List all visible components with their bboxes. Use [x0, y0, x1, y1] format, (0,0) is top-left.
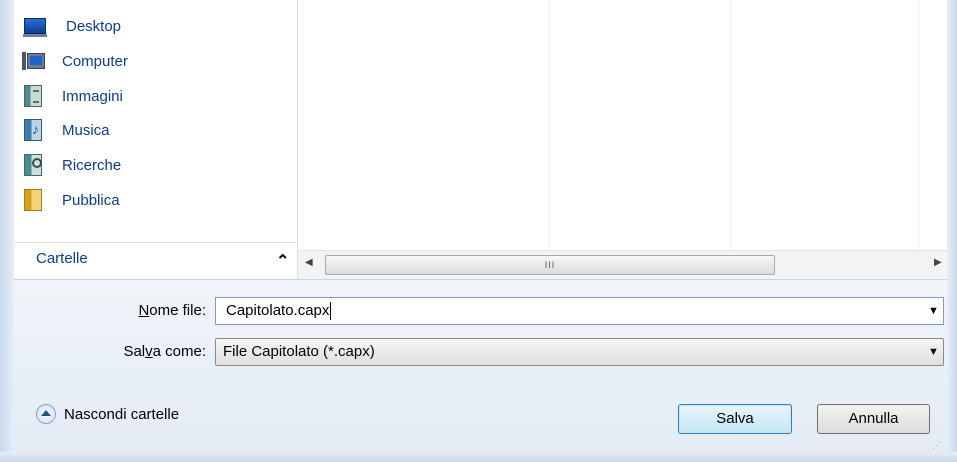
- pictures-library-icon: [24, 85, 42, 107]
- save-type-select[interactable]: File Capitolato (*.capx): [215, 338, 944, 366]
- save-type-dropdown-icon[interactable]: ▼: [928, 346, 939, 358]
- nav-item-label: Pubblica: [62, 191, 120, 209]
- window-frame-bottom: [0, 452, 957, 462]
- nav-item-label: Desktop: [66, 17, 122, 35]
- searches-icon: [24, 154, 42, 176]
- chevron-up-icon[interactable]: ⌃: [276, 251, 289, 271]
- window-frame-right: [947, 0, 957, 462]
- window-frame-left: [0, 0, 14, 462]
- column-divider: [549, 0, 550, 250]
- nav-item-pubblica[interactable]: Pubblica: [24, 186, 120, 214]
- nav-item-label: Computer: [62, 52, 128, 70]
- cancel-button[interactable]: Annulla: [817, 404, 930, 434]
- save-type-value: File Capitolato (*.capx): [223, 343, 375, 360]
- filename-value: Capitolato.capx: [226, 302, 330, 319]
- scroll-right-icon[interactable]: ▶: [934, 257, 942, 268]
- column-divider: [730, 0, 731, 250]
- filename-label: Nome file:: [138, 302, 206, 319]
- column-divider: [918, 0, 919, 250]
- file-list[interactable]: [298, 0, 947, 250]
- scroll-left-icon[interactable]: ◀: [305, 257, 313, 268]
- scrollbar-thumb[interactable]: III: [325, 255, 775, 275]
- nav-item-label: Musica: [62, 121, 110, 139]
- collapse-up-icon: [36, 404, 56, 424]
- desktop-icon: [23, 18, 47, 37]
- nav-item-computer[interactable]: Computer: [22, 47, 128, 75]
- navigation-pane: Desktop Computer Immagini Musica Ricerch…: [14, 0, 298, 278]
- text-caret: [330, 302, 332, 321]
- save-button[interactable]: Salva: [678, 404, 792, 434]
- nav-item-ricerche[interactable]: Ricerche: [24, 151, 121, 179]
- nav-item-desktop[interactable]: Desktop: [23, 12, 122, 40]
- folder-icon: [24, 189, 42, 211]
- resize-grip-icon[interactable]: ⋰: [932, 440, 941, 451]
- music-library-icon: [24, 119, 42, 141]
- hide-folders-toggle[interactable]: Nascondi cartelle: [36, 404, 179, 424]
- folders-header-label: Cartelle: [36, 250, 88, 267]
- save-type-label: Salva come:: [123, 343, 206, 360]
- filename-input[interactable]: Capitolato.capx: [215, 297, 944, 325]
- nav-item-label: Ricerche: [62, 156, 122, 174]
- nav-item-label: Immagini: [62, 87, 123, 105]
- filename-dropdown-icon[interactable]: ▼: [928, 305, 939, 317]
- nav-item-musica[interactable]: Musica: [24, 116, 110, 144]
- hide-folders-label: Nascondi cartelle: [64, 405, 180, 423]
- computer-icon: [22, 52, 45, 70]
- nav-item-immagini[interactable]: Immagini: [24, 82, 123, 110]
- horizontal-scrollbar[interactable]: ◀ III ▶: [298, 250, 947, 279]
- folders-header[interactable]: Cartelle ⌃: [14, 242, 296, 279]
- scrollbar-grip: III: [544, 260, 556, 270]
